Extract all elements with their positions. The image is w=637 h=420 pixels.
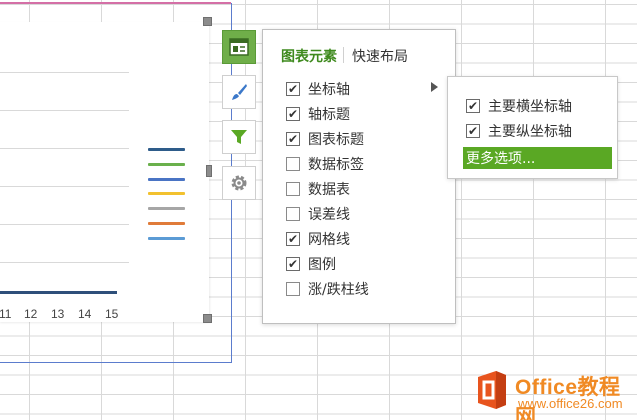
checkbox[interactable] <box>286 182 300 196</box>
chart-style-brush-icon <box>232 84 247 100</box>
checkbox[interactable]: ✔ <box>286 107 300 121</box>
chart-element-label: 网格线 <box>308 232 350 248</box>
axis-option-item[interactable]: ✔ 主要横坐标轴 <box>466 95 572 117</box>
chart-gridline <box>0 148 129 149</box>
checkbox[interactable]: ✔ <box>286 257 300 271</box>
chart-element-item[interactable]: ✔ 网格线 <box>286 228 350 250</box>
chart-element-label: 图例 <box>308 257 336 273</box>
x-tick-label: 13 <box>51 307 65 321</box>
x-tick-label: 14 <box>78 307 92 321</box>
resize-handle-top-right[interactable] <box>203 17 212 26</box>
chart-element-label: 数据标签 <box>308 157 364 173</box>
resize-handle-right[interactable] <box>206 165 212 177</box>
legend-swatch <box>148 207 185 211</box>
legend-swatch <box>148 222 185 225</box>
chart-elements-button[interactable] <box>222 30 256 64</box>
chart-elements-icon <box>229 38 249 56</box>
checkbox[interactable]: ✔ <box>286 132 300 146</box>
chart-element-label: 坐标轴 <box>308 82 350 98</box>
chart-element-label: 轴标题 <box>308 107 350 123</box>
chart-element-item[interactable]: ✔ 图表标题 <box>286 128 364 150</box>
chart-style-button[interactable] <box>222 75 256 109</box>
submenu-arrow-icon[interactable] <box>431 82 438 92</box>
chart-element-item[interactable]: 数据表 <box>286 178 350 200</box>
watermark-url: www.office26.com <box>518 396 623 411</box>
tab-quick-layout[interactable]: 快速布局 <box>352 46 408 66</box>
chart-element-item[interactable]: ✔ 坐标轴 <box>286 78 350 100</box>
chart-elements-panel: 图表元素 快速布局 ✔ 坐标轴 ✔ 轴标题 ✔ 图表标题数据标签数据表误差线 ✔ 网格线 ✔ 图例… <box>262 29 456 324</box>
chart-element-item[interactable]: 误差线 <box>286 203 350 225</box>
watermark: Office教程网 www.office26.com <box>474 368 634 420</box>
axis-option-item[interactable]: ✔ 主要纵坐标轴 <box>466 120 572 142</box>
chart-element-label: 涨/跌柱线 <box>308 282 369 298</box>
checkbox[interactable]: ✔ <box>466 99 480 113</box>
office-logo-icon <box>478 371 506 409</box>
chart-element-item[interactable]: ✔ 图例 <box>286 253 336 275</box>
chart-element-item[interactable]: 数据标签 <box>286 153 364 175</box>
chart-series-line <box>0 291 117 294</box>
checkbox[interactable]: ✔ <box>466 124 480 138</box>
x-tick-label: 11 <box>0 307 12 321</box>
axis-option-label: 主要纵坐标轴 <box>488 124 572 140</box>
chart-gridline <box>0 72 129 73</box>
axis-option-label: 主要横坐标轴 <box>488 99 572 115</box>
legend-swatch <box>148 177 185 181</box>
chart-settings-gear-icon <box>231 175 247 191</box>
checkbox[interactable]: ✔ <box>286 82 300 96</box>
chart-filter-icon <box>231 130 247 144</box>
axis-submenu: ✔ 主要横坐标轴 ✔ 主要纵坐标轴 更多选项... <box>447 76 618 179</box>
checkbox[interactable] <box>286 282 300 296</box>
chart-gridline <box>0 186 129 187</box>
chart-element-item[interactable]: ✔ 轴标题 <box>286 103 350 125</box>
chart-element-label: 数据表 <box>308 182 350 198</box>
x-tick-label: 15 <box>105 307 119 321</box>
chart-top-border <box>0 2 231 4</box>
more-options-button[interactable]: 更多选项... <box>463 147 612 169</box>
x-tick-label: 12 <box>24 307 38 321</box>
chart-element-item[interactable]: 涨/跌柱线 <box>286 278 369 300</box>
legend-swatch <box>148 192 185 196</box>
legend-swatch <box>148 236 185 240</box>
legend-swatch <box>148 162 185 166</box>
checkbox[interactable] <box>286 207 300 221</box>
chart-filter-button[interactable] <box>222 120 256 154</box>
checkbox[interactable] <box>286 157 300 171</box>
chart-settings-button[interactable] <box>222 166 256 200</box>
tab-divider <box>343 47 344 63</box>
chart-gridline <box>0 262 129 263</box>
panel-tabs: 图表元素 快速布局 <box>281 46 420 66</box>
legend-swatch <box>148 148 185 151</box>
chart-selection-frame[interactable]: 11 12 13 14 15 <box>0 2 232 363</box>
chart-element-label: 误差线 <box>308 207 350 223</box>
resize-handle-bottom-right[interactable] <box>203 314 212 323</box>
chart-plot-area[interactable]: 11 12 13 14 15 <box>0 22 209 322</box>
chart-element-label: 图表标题 <box>308 132 364 148</box>
chart-gridline <box>0 224 129 225</box>
chart-gridline <box>0 110 129 111</box>
tab-chart-elements[interactable]: 图表元素 <box>281 46 337 66</box>
checkbox[interactable]: ✔ <box>286 232 300 246</box>
